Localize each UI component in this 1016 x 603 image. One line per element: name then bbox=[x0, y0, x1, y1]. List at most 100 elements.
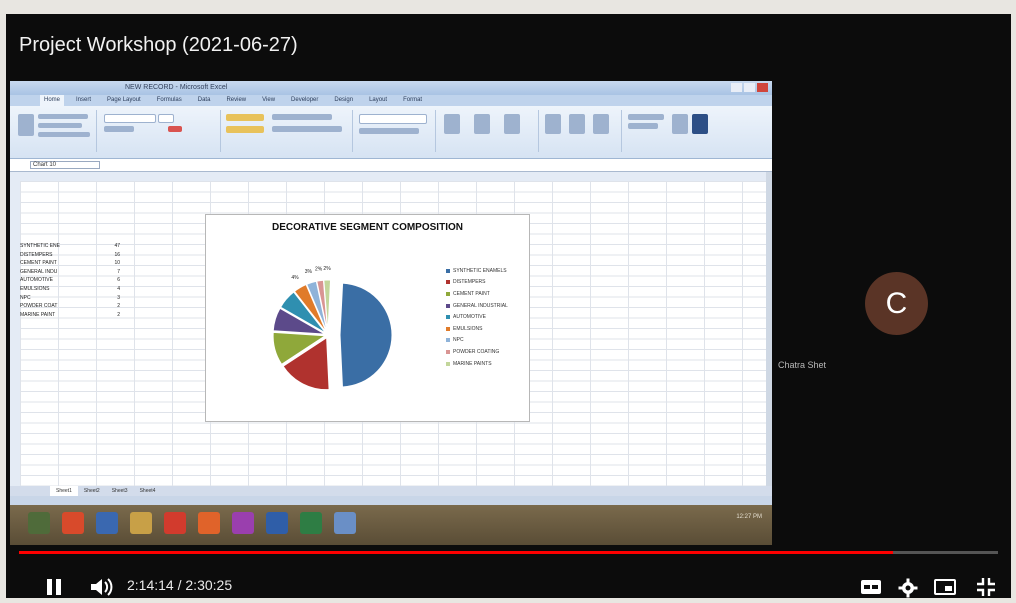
data-label: 2% bbox=[323, 266, 331, 272]
ribbon-group-clipboard bbox=[14, 110, 97, 152]
legend-entry: MARINE PAINTS bbox=[446, 358, 508, 370]
ribbon-tab-design: Design bbox=[334, 97, 354, 103]
video-player[interactable]: Project Workshop (2021-06-27) NEW RECORD… bbox=[6, 14, 1011, 598]
excel-title-bar: NEW RECORD - Microsoft Excel bbox=[10, 81, 772, 95]
cell-label: POWDER COAT bbox=[20, 303, 58, 310]
firefox-icon bbox=[198, 512, 220, 534]
cell-value: 6 bbox=[117, 277, 120, 284]
ribbon-tabs: Home Insert Page Layout Formulas Data Review V… bbox=[10, 95, 772, 106]
table-row: CEMENT PAINT 10 bbox=[20, 260, 120, 269]
cell-value: 7 bbox=[117, 268, 120, 275]
legend-label: SYNTHETIC ENAMELS bbox=[453, 267, 507, 274]
legend-entry: CEMENT PAINT bbox=[446, 288, 508, 300]
onenote-icon bbox=[232, 512, 254, 534]
excel-status-bar bbox=[10, 496, 772, 505]
legend-swatch bbox=[446, 361, 450, 366]
table-row: NPC 3 bbox=[20, 295, 120, 304]
legend-swatch bbox=[446, 326, 450, 331]
cell-value: 16 bbox=[114, 251, 120, 258]
time-separator: / bbox=[173, 577, 186, 593]
table-row: SYNTHETIC ENE 47 bbox=[20, 243, 120, 252]
chart-legend: SYNTHETIC ENAMELS DISTEMPERS CEMENT PAINT G… bbox=[446, 265, 508, 369]
legend-label: GENERAL INDUSTRIAL bbox=[453, 302, 508, 309]
legend-label: MARINE PAINTS bbox=[453, 360, 492, 367]
sheet-tab: Sheet2 bbox=[83, 488, 100, 494]
vertical-scrollbar bbox=[766, 172, 772, 486]
maximize-icon bbox=[744, 83, 755, 92]
app-icon bbox=[96, 512, 118, 534]
player-controls: 2:14:14 / 2:30:25 bbox=[6, 568, 1011, 598]
excel-window-title: NEW RECORD - Microsoft Excel bbox=[125, 84, 228, 91]
ribbon-tab-developer: Developer bbox=[291, 97, 319, 103]
ribbon-group-number bbox=[355, 110, 436, 152]
legend-entry: POWDER COATING bbox=[446, 346, 508, 358]
excel-ribbon bbox=[10, 106, 772, 159]
windows-taskbar: 12:27 PM bbox=[10, 505, 772, 545]
ribbon-group-styles bbox=[438, 110, 539, 152]
video-title: Project Workshop (2021-06-27) bbox=[19, 34, 298, 56]
pie-plot: 4%3% 2% 2% bbox=[272, 266, 393, 391]
system-tray-clock: 12:27 PM bbox=[736, 514, 762, 520]
legend-swatch bbox=[446, 303, 450, 308]
window-icon bbox=[334, 512, 356, 534]
sheet-tab: Sheet3 bbox=[111, 488, 128, 494]
cell-label: EMULSIONS bbox=[20, 285, 50, 292]
legend-entry: SYNTHETIC ENAMELS bbox=[446, 265, 508, 277]
pie-chart: DECORATIVE SEGMENT COMPOSITION 4% 3% 2% 2% … bbox=[205, 214, 530, 422]
cell-value: 47 bbox=[114, 243, 120, 249]
cell-value: 10 bbox=[114, 260, 120, 267]
minimize-icon bbox=[731, 83, 742, 92]
legend-entry: DISTEMPERS bbox=[446, 277, 508, 289]
close-icon bbox=[757, 83, 768, 92]
ribbon-group-font bbox=[100, 110, 221, 152]
data-cells: SYNTHETIC ENE 47 DISTEMPERS 16 CEMENT PAINT 1… bbox=[20, 243, 120, 320]
chrome-icon bbox=[62, 512, 84, 534]
legend-entry: NPC bbox=[446, 335, 508, 347]
start-icon bbox=[28, 512, 50, 534]
legend-label: POWDER COATING bbox=[453, 348, 500, 355]
volume-icon[interactable] bbox=[90, 577, 114, 597]
cell-label: CEMENT PAINT bbox=[20, 260, 57, 267]
ribbon-tab-page-layout: Page Layout bbox=[107, 97, 141, 103]
progress-fill bbox=[19, 551, 894, 554]
captions-icon[interactable] bbox=[860, 579, 882, 595]
legend-label: AUTOMOTIVE bbox=[453, 314, 486, 321]
legend-label: EMULSIONS bbox=[453, 325, 483, 332]
ribbon-tab-view: View bbox=[262, 97, 276, 103]
legend-entry: GENERAL INDUSTRIAL bbox=[446, 300, 508, 312]
ribbon-tab-insert: Insert bbox=[76, 97, 92, 103]
data-label: 3% bbox=[305, 269, 313, 275]
legend-entry: EMULSIONS bbox=[446, 323, 508, 335]
cell-label: DISTEMPERS bbox=[20, 251, 53, 258]
time-total: 2:30:25 bbox=[185, 577, 233, 593]
word-icon bbox=[266, 512, 288, 534]
progress-bar[interactable] bbox=[19, 551, 998, 554]
legend-swatch bbox=[446, 280, 450, 285]
participant-name: Chatra Shet bbox=[778, 360, 827, 370]
miniplayer-icon[interactable] bbox=[934, 579, 956, 595]
table-row: AUTOMOTIVE 6 bbox=[20, 277, 120, 286]
participant-avatar: C bbox=[865, 272, 928, 335]
exit-fullscreen-icon[interactable] bbox=[976, 577, 996, 597]
screen-share: NEW RECORD - Microsoft Excel Home Insert P… bbox=[10, 81, 772, 545]
table-row: GENERAL INDU 7 bbox=[20, 269, 120, 278]
ribbon-group-cells bbox=[541, 110, 622, 152]
media-icon bbox=[164, 512, 186, 534]
legend-label: NPC bbox=[453, 337, 464, 344]
cell-label: AUTOMOTIVE bbox=[20, 277, 53, 284]
table-row: EMULSIONS 4 bbox=[20, 286, 120, 295]
data-label: 4% bbox=[291, 275, 299, 281]
settings-gear-icon[interactable] bbox=[898, 578, 918, 598]
ribbon-tab-review: Review bbox=[226, 97, 247, 103]
pause-icon[interactable] bbox=[46, 578, 62, 596]
cell-value: 3 bbox=[117, 294, 120, 301]
legend-entry: AUTOMOTIVE bbox=[446, 311, 508, 323]
cell-value: 2 bbox=[117, 311, 120, 318]
cell-label: SYNTHETIC ENE bbox=[20, 243, 61, 249]
name-box: Chart 10 bbox=[30, 161, 100, 169]
legend-swatch bbox=[446, 268, 450, 273]
cell-value: 2 bbox=[117, 303, 120, 310]
ribbon-tab-data: Data bbox=[197, 97, 211, 103]
table-row: POWDER COAT 2 bbox=[20, 303, 120, 312]
cell-label: GENERAL INDU bbox=[20, 268, 58, 275]
